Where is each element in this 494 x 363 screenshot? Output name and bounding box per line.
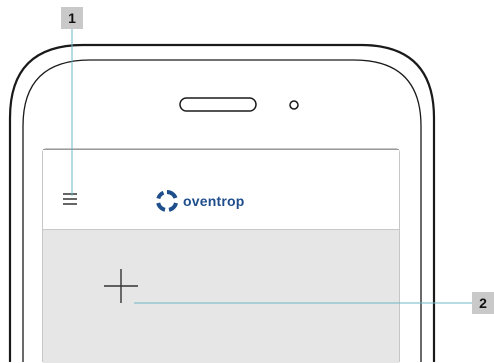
callout-1-label: 1 (61, 7, 83, 29)
app-content-area (43, 230, 399, 363)
callout-1-number: 1 (68, 10, 76, 26)
callout-2-number: 2 (479, 295, 487, 311)
callout-2-label: 2 (472, 292, 494, 314)
brand-name: oventrop (183, 193, 245, 209)
front-camera (289, 100, 299, 110)
speaker-grille (179, 97, 257, 112)
oventrop-logo-icon (156, 190, 178, 212)
brand-logo: oventrop (156, 190, 245, 212)
plus-icon[interactable] (104, 269, 138, 303)
manual-illustration: oventrop 1 2 (0, 0, 494, 363)
app-header: oventrop (43, 150, 399, 230)
app-screen: oventrop (43, 149, 399, 363)
hamburger-menu-icon[interactable] (63, 193, 77, 205)
